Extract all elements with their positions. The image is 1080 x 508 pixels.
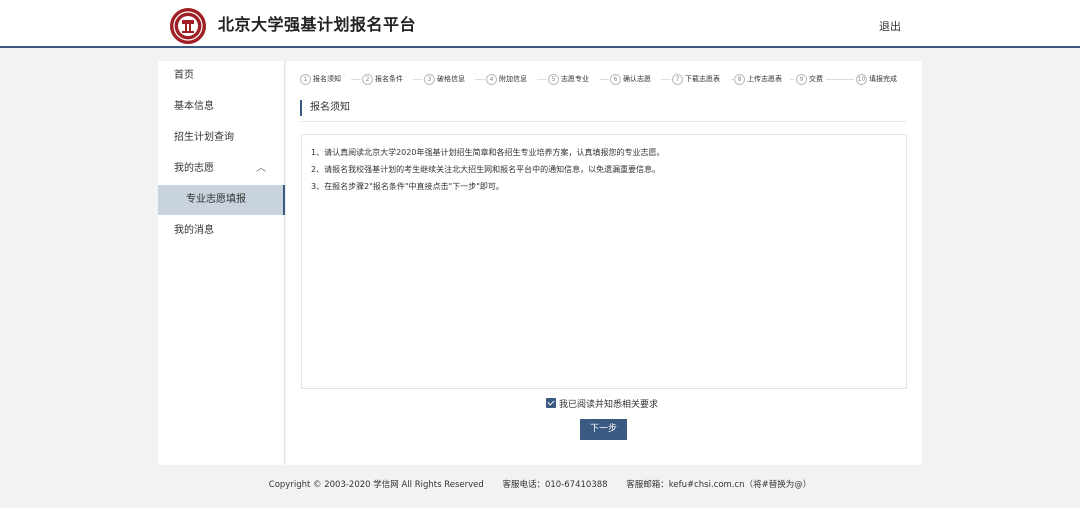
sidebar-item-major-application[interactable]: 专业志愿填报 — [158, 185, 285, 215]
step-6: 6 确认志愿 — [610, 72, 651, 86]
next-step-button[interactable]: 下一步 — [580, 419, 627, 440]
step-connector — [413, 79, 423, 80]
logout-link[interactable]: 退出 — [879, 18, 901, 34]
section-title: 报名须知 — [300, 100, 350, 116]
support-email: 客服邮箱：kefu#chsi.com.cn（将#替换为@） — [626, 480, 812, 490]
step-7: 7 下载志愿表 — [672, 72, 720, 86]
notice-box[interactable]: 1、请认真阅读北京大学2020年强基计划招生简章和各招生专业培养方案，认真填报您… — [301, 134, 907, 389]
checkbox-checked-icon[interactable] — [546, 398, 556, 408]
step-3: 3 破格信息 — [424, 72, 465, 86]
step-9: 9 交费 — [796, 72, 823, 86]
step-connector — [600, 79, 609, 80]
step-2: 2 报名条件 — [362, 72, 403, 86]
step-4: 4 附加信息 — [486, 72, 527, 86]
sidebar-item-enrollment-plan[interactable]: 招生计划查询 — [158, 123, 285, 153]
sidebar-item-basic-info[interactable]: 基本信息 — [158, 92, 285, 122]
sidebar-item-label: 基本信息 — [174, 101, 214, 112]
divider — [300, 121, 906, 122]
notice-line: 2、请报名我校强基计划的考生继续关注北大招生网和报名平台中的通知信息，以免遗漏重… — [311, 165, 661, 174]
step-connector — [790, 79, 794, 80]
notice-line: 3、在报名步骤2"报名条件"中直接点击"下一步"即可。 — [311, 182, 504, 191]
footer: Copyright © 2003-2020 学信网 All Rights Res… — [0, 478, 1080, 490]
top-bar: 北京大学强基计划报名平台 退出 — [0, 0, 1080, 48]
step-8: 8 上传志愿表 — [734, 72, 782, 86]
sidebar-item-my-messages[interactable]: 我的消息 — [158, 216, 285, 246]
sidebar-item-my-applications[interactable]: 我的志愿 ︿ — [158, 154, 285, 184]
site-title: 北京大学强基计划报名平台 — [218, 15, 417, 34]
step-connector — [661, 79, 671, 80]
step-connector — [826, 79, 854, 80]
sidebar-item-label: 首页 — [174, 70, 194, 81]
agree-label: 我已阅读并知悉相关要求 — [559, 399, 659, 410]
main-panel: 1 报名须知 2 报名条件 3 破格信息 4 附加信息 5 志愿专业 6 确认志愿 7 下载志… — [286, 61, 922, 465]
sidebar-item-home[interactable]: 首页 — [158, 61, 285, 91]
chevron-up-icon: ︿ — [256, 163, 266, 174]
step-connector — [537, 79, 547, 80]
sidebar-item-label: 我的志愿 — [174, 163, 214, 174]
step-10: 10 填报完成 — [856, 73, 897, 85]
agree-checkbox[interactable]: 我已阅读并知悉相关要求 — [546, 397, 659, 410]
step-connector — [351, 79, 361, 80]
sidebar-item-label: 招生计划查询 — [174, 132, 234, 143]
sidebar: 首页 基本信息 招生计划查询 我的志愿 ︿ 专业志愿填报 我的消息 — [158, 61, 285, 465]
sidebar-item-label: 专业志愿填报 — [186, 194, 246, 205]
step-5: 5 志愿专业 — [548, 72, 589, 86]
sidebar-item-label: 我的消息 — [174, 225, 214, 236]
step-progress: 1 报名须知 2 报名条件 3 破格信息 4 附加信息 5 志愿专业 6 确认志愿 7 下载志… — [300, 72, 910, 86]
support-phone: 客服电话：010-67410388 — [502, 480, 608, 490]
notice-line: 1、请认真阅读北京大学2020年强基计划招生简章和各招生专业培养方案，认真填报您… — [311, 148, 665, 157]
step-1: 1 报名须知 — [300, 72, 341, 86]
copyright-text: Copyright © 2003-2020 学信网 All Rights Res… — [268, 480, 484, 490]
step-connector — [475, 79, 485, 80]
peking-university-logo-icon — [170, 8, 206, 44]
